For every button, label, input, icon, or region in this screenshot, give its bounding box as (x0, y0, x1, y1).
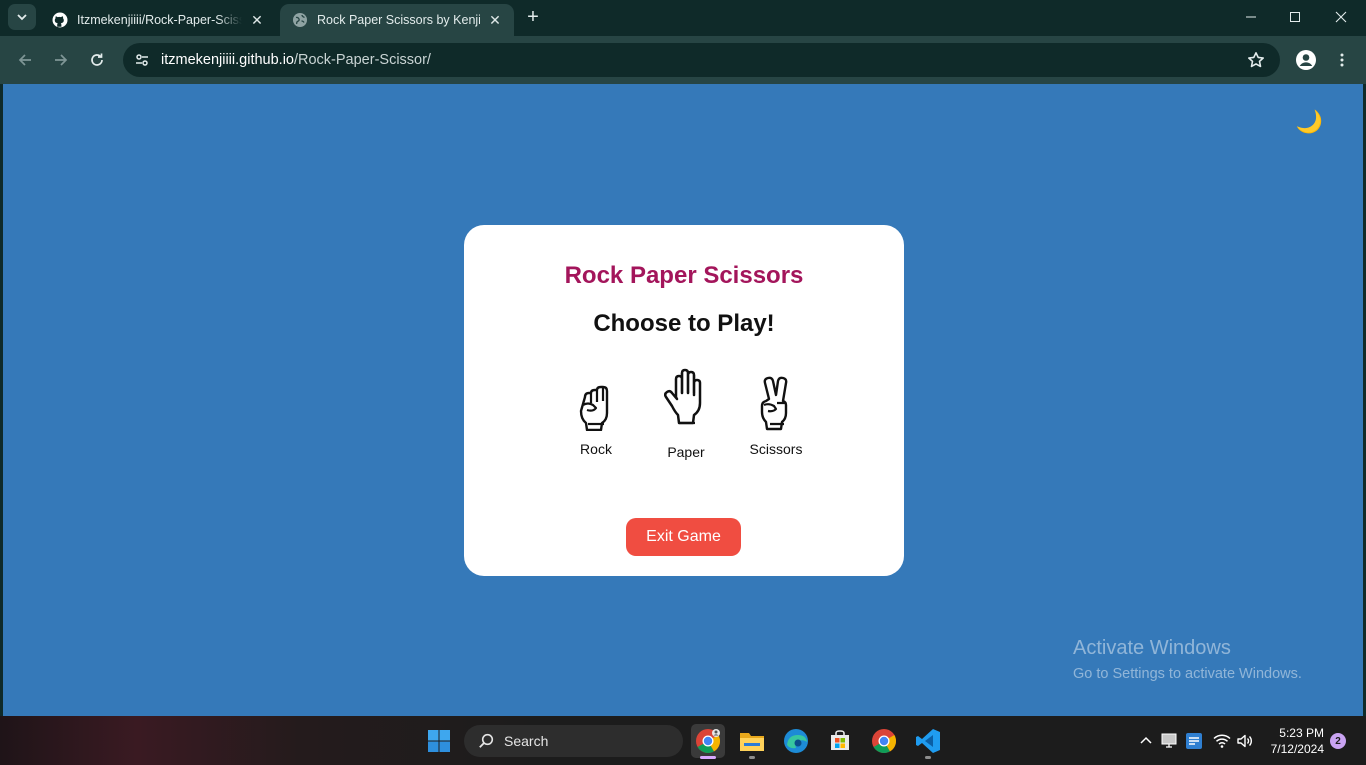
bookmark-star-icon[interactable] (1246, 50, 1266, 70)
notification-badge[interactable]: 2 (1330, 733, 1346, 749)
chrome-icon (696, 729, 721, 754)
taskbar-vscode[interactable] (911, 724, 945, 759)
maximize-button[interactable] (1272, 0, 1318, 34)
forward-button[interactable] (49, 48, 73, 72)
choice-label-paper: Paper (667, 444, 705, 460)
taskbar-chrome[interactable] (867, 724, 901, 758)
app-tray-icon (1186, 733, 1202, 749)
open-indicator (925, 756, 931, 759)
chevron-down-icon (17, 14, 27, 21)
back-button[interactable] (13, 48, 37, 72)
maximize-icon (1290, 12, 1300, 22)
close-window-button[interactable] (1318, 0, 1364, 34)
choice-label-rock: Rock (580, 441, 612, 457)
choice-paper[interactable]: Paper (641, 367, 731, 460)
windows-logo-icon (428, 730, 450, 752)
theme-toggle-moon-icon[interactable]: 🌙 (1296, 110, 1323, 134)
windows-taskbar: Search 5:23 PM 7/12/2024 2 (0, 716, 1366, 765)
profile-button[interactable] (1294, 48, 1318, 72)
more-vertical-icon (1340, 53, 1344, 67)
globe-icon (292, 12, 308, 28)
choose-prompt: Choose to Play! (593, 310, 775, 337)
site-info-icon[interactable] (125, 43, 159, 77)
game-card: Rock Paper Scissors Choose to Play! Rock (464, 225, 904, 576)
start-button[interactable] (422, 724, 456, 758)
tray-display[interactable] (1159, 731, 1179, 751)
search-placeholder: Search (504, 733, 549, 749)
reload-button[interactable] (85, 48, 109, 72)
tray-overflow-button[interactable] (1136, 731, 1156, 751)
browser-toolbar: itzmekenjiiii.github.io/Rock-Paper-Sciss… (0, 36, 1366, 84)
close-tab-icon[interactable]: ✕ (248, 11, 266, 29)
speaker-icon (1237, 734, 1252, 748)
taskbar-clock[interactable]: 5:23 PM 7/12/2024 (1262, 725, 1324, 757)
tab-github[interactable]: Itzmekenjiiii/Rock-Paper-Scissors ✕ (40, 4, 276, 36)
folder-icon (740, 733, 764, 751)
reload-icon (91, 53, 103, 66)
clock-time: 5:23 PM (1279, 726, 1324, 740)
minimize-button[interactable] (1228, 0, 1274, 34)
vscode-icon (916, 729, 940, 753)
clock-date: 7/12/2024 (1270, 742, 1324, 756)
open-indicator (749, 756, 755, 759)
close-icon (1335, 11, 1347, 23)
tray-app[interactable] (1184, 731, 1204, 751)
tab-title: Itzmekenjiiii/Rock-Paper-Scissors (77, 13, 242, 27)
choice-label-scissors: Scissors (749, 441, 803, 457)
chrome-icon (872, 729, 897, 754)
taskbar-chrome-profile[interactable] (691, 724, 725, 759)
fist-icon (576, 367, 616, 431)
tray-wifi[interactable] (1212, 731, 1232, 751)
taskbar-edge[interactable] (779, 724, 813, 758)
choice-rock[interactable]: Rock (551, 367, 641, 457)
profile-avatar-icon (1296, 50, 1316, 70)
new-tab-button[interactable]: + (522, 6, 544, 28)
arrow-left-icon (18, 54, 31, 66)
watermark-subtitle: Go to Settings to activate Windows. (1073, 666, 1302, 682)
taskbar-search[interactable]: Search (464, 725, 683, 757)
monitor-icon (1161, 733, 1177, 748)
minimize-icon (1246, 16, 1256, 18)
exit-game-button[interactable]: Exit Game (626, 518, 741, 556)
address-bar[interactable]: itzmekenjiiii.github.io/Rock-Paper-Sciss… (123, 43, 1280, 77)
chevron-up-icon (1140, 736, 1152, 744)
app-title: Rock Paper Scissors (564, 262, 804, 289)
activate-windows-watermark: Activate Windows Go to Settings to activ… (1073, 637, 1302, 682)
taskbar-store[interactable] (823, 724, 857, 758)
victory-hand-icon (756, 367, 796, 431)
tray-volume[interactable] (1235, 731, 1255, 751)
page-viewport: 🌙 Rock Paper Scissors Choose to Play! Ro… (3, 84, 1363, 716)
taskbar-file-explorer[interactable] (735, 724, 769, 759)
url-path: /Rock-Paper-Scissor/ (293, 52, 431, 68)
browser-menu-button[interactable] (1330, 48, 1354, 72)
url-text: itzmekenjiiii.github.io/Rock-Paper-Sciss… (161, 52, 431, 68)
tab-search-button[interactable] (8, 4, 36, 30)
github-icon (52, 12, 68, 28)
arrow-right-icon (55, 54, 68, 66)
tab-rock-paper-scissors[interactable]: Rock Paper Scissors by Kenji ✕ (280, 4, 514, 36)
open-hand-icon (664, 367, 708, 431)
wifi-icon (1213, 734, 1231, 748)
store-icon (831, 730, 849, 750)
url-host: itzmekenjiiii.github.io (161, 52, 294, 68)
tab-title: Rock Paper Scissors by Kenji (317, 13, 480, 27)
close-tab-icon[interactable]: ✕ (486, 11, 504, 29)
active-indicator (700, 756, 716, 759)
edge-icon (784, 729, 808, 753)
search-icon (476, 731, 496, 751)
tab-strip: Itzmekenjiiii/Rock-Paper-Scissors ✕ Rock… (0, 0, 1366, 36)
choice-scissors[interactable]: Scissors (731, 367, 821, 457)
watermark-title: Activate Windows (1073, 637, 1231, 659)
